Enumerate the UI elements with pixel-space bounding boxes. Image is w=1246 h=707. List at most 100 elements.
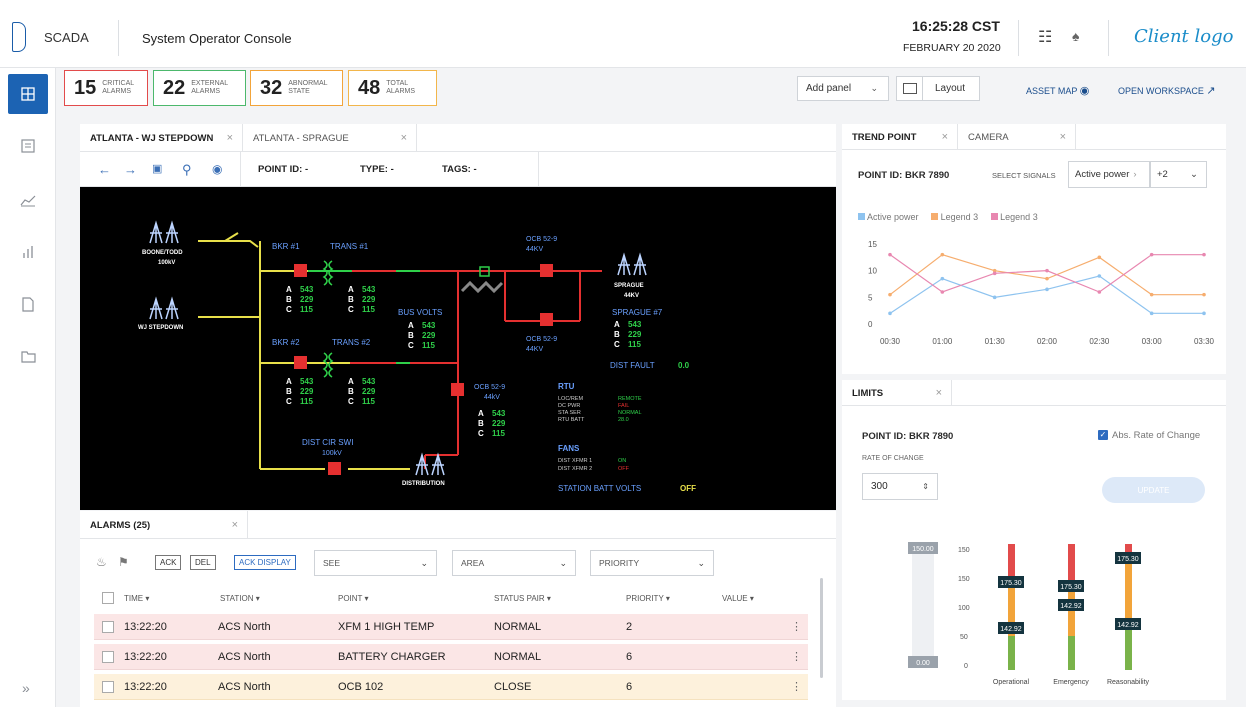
column-priority[interactable]: PRIORITY ▾ — [626, 594, 670, 603]
user-icon[interactable]: ♠ — [1072, 28, 1079, 44]
signal-more-select[interactable]: +2 ⌄ — [1150, 161, 1207, 188]
open-workspace-link[interactable]: OPEN WORKSPACE ↗ — [1118, 84, 1216, 97]
chevron-down-icon: ⌄ — [559, 557, 567, 568]
list-icon[interactable] — [0, 126, 56, 166]
limits-chart[interactable]: 150.00 0.00 150 150 100 50 0 175.30 142.… — [842, 530, 1226, 690]
limits-point-id: POINT ID: BKR 7890 — [862, 431, 954, 442]
close-icon[interactable]: × — [401, 132, 407, 144]
camera-icon[interactable]: ◉ — [212, 162, 222, 176]
grid-icon[interactable] — [8, 74, 48, 114]
search-icon[interactable]: ⚲ — [182, 162, 192, 178]
svg-text:BUS VOLTS: BUS VOLTS — [398, 308, 442, 317]
column-time[interactable]: TIME ▾ — [124, 594, 149, 603]
priority-filter-dropdown[interactable]: PRIORITY ⌄ — [590, 550, 714, 576]
area-filter-dropdown[interactable]: AREA ⌄ — [452, 550, 576, 576]
forward-arrow-icon[interactable]: → — [124, 162, 137, 177]
document-icon[interactable] — [0, 284, 56, 324]
close-icon[interactable]: × — [942, 131, 948, 143]
back-arrow-icon[interactable]: ← — [98, 162, 111, 177]
tab-trend-point[interactable]: TREND POINT × — [842, 124, 958, 150]
line-chart-icon[interactable] — [0, 180, 56, 220]
select-all-checkbox[interactable] — [102, 592, 114, 604]
bell-icon[interactable]: ♨ — [96, 555, 107, 569]
total-alarms-counter[interactable]: 48 TOTAL ALARMS — [348, 70, 437, 106]
svg-text:DIST FAULT: DIST FAULT — [610, 361, 655, 370]
column-status-pair[interactable]: STATUS PAIR ▾ — [494, 594, 551, 603]
trend-chart[interactable]: 0 5 10 15 00:30 01:00 01:30 02:00 02:30 03:00 03:3… — [842, 236, 1226, 356]
rate-of-change-label: RATE OF CHANGE — [862, 455, 924, 462]
svg-text:ON: ON — [618, 458, 626, 464]
more-options-icon[interactable]: ⋮ — [791, 680, 802, 693]
svg-text:543: 543 — [492, 409, 506, 418]
diagram-toolbar: ← → ▣ ⚲ ◉ POINT ID: - TYPE: - TAGS: - — [80, 152, 836, 187]
close-icon[interactable]: × — [936, 387, 942, 399]
alarms-scrollbar[interactable] — [820, 578, 823, 678]
svg-text:142.92: 142.92 — [1060, 603, 1082, 610]
svg-text:229: 229 — [422, 331, 436, 340]
data-point — [992, 271, 997, 276]
signal-select[interactable]: Active power › — [1068, 161, 1150, 188]
tab-alarms[interactable]: ALARMS (25) × — [80, 511, 248, 539]
tab-camera[interactable]: CAMERA × — [958, 124, 1076, 150]
tab-atlanta-wj-stepdown[interactable]: ATLANTA - WJ STEPDOWN × — [80, 124, 243, 152]
row-checkbox[interactable] — [102, 651, 114, 663]
data-point — [888, 252, 892, 257]
series-line-2 — [889, 254, 1204, 293]
clock-date: FEBRUARY 20 2020 — [903, 42, 1001, 54]
operational-limit-bar: 175.30 142.92 Operational — [993, 544, 1030, 686]
svg-text:DIST XFMR 1: DIST XFMR 1 — [558, 458, 592, 464]
more-options-icon[interactable]: ⋮ — [791, 650, 802, 663]
table-row[interactable]: 13:22:20 ACS North OCB 102 CLOSE 6 ⋮ — [94, 674, 808, 700]
column-station[interactable]: STATION ▾ — [220, 594, 260, 603]
svg-text:44KV: 44KV — [624, 293, 639, 299]
limit-slider-track — [912, 544, 934, 662]
update-button[interactable]: UPDATE — [1102, 477, 1205, 503]
close-icon[interactable]: × — [232, 519, 238, 531]
add-panel-dropdown[interactable]: Add panel ⌄ — [797, 76, 889, 101]
svg-text:NORMAL: NORMAL — [618, 410, 642, 416]
one-line-diagram[interactable]: BOONE/TODD 100kV WJ STEPDOWN BKR #1 TRAN… — [80, 187, 836, 510]
svg-text:TRANS #1: TRANS #1 — [330, 242, 369, 251]
megaphone-icon[interactable]: ⚑ — [118, 555, 129, 569]
fit-screen-icon[interactable]: ▣ — [152, 162, 162, 175]
column-point[interactable]: POINT ▾ — [338, 594, 369, 603]
asset-map-link[interactable]: ASSET MAP ◉ — [1026, 84, 1089, 97]
svg-text:TRANS #2: TRANS #2 — [332, 338, 371, 347]
bar-chart-icon[interactable] — [0, 232, 56, 272]
external-alarms-counter[interactable]: 22 EXTERNAL ALARMS — [153, 70, 246, 106]
abs-rate-of-change-checkbox[interactable]: ✓ — [1098, 430, 1108, 440]
del-button[interactable]: DEL — [190, 555, 216, 570]
svg-text:SPRAGUE: SPRAGUE — [614, 283, 644, 289]
ack-button[interactable]: ACK — [155, 555, 182, 570]
critical-alarms-counter[interactable]: 15 CRITICAL ALARMS — [64, 70, 148, 106]
ack-display-button[interactable]: ACK DISPLAY — [234, 555, 296, 570]
tab-atlanta-sprague[interactable]: ATLANTA - SPRAGUE × — [243, 124, 417, 152]
see-filter-dropdown[interactable]: SEE ⌄ — [314, 550, 437, 576]
close-icon[interactable]: × — [1060, 131, 1066, 143]
expand-sidebar-icon[interactable]: » — [22, 680, 30, 696]
svg-text:FAIL: FAIL — [618, 403, 629, 409]
folder-icon[interactable] — [0, 336, 56, 376]
svg-text:229: 229 — [362, 387, 376, 396]
table-row[interactable]: 13:22:20 ACS North BATTERY CHARGER NORMA… — [94, 644, 808, 670]
row-checkbox[interactable] — [102, 681, 114, 693]
tab-limits[interactable]: LIMITS × — [842, 380, 952, 406]
svg-text:B: B — [348, 387, 354, 396]
data-point — [888, 311, 892, 316]
data-point — [1045, 287, 1049, 292]
svg-text:115: 115 — [362, 397, 375, 406]
svg-text:50: 50 — [960, 634, 968, 641]
more-options-icon[interactable]: ⋮ — [791, 620, 802, 633]
table-row[interactable]: 13:22:20 ACS North XFM 1 HIGH TEMP NORMA… — [94, 614, 808, 640]
client-logo: Client logo — [1134, 26, 1234, 47]
close-icon[interactable]: × — [227, 132, 233, 144]
layout-button[interactable]: Layout — [896, 76, 980, 101]
apps-grid-icon[interactable]: ☷ — [1038, 27, 1052, 47]
column-value[interactable]: VALUE ▾ — [722, 594, 754, 603]
svg-text:44kV: 44kV — [484, 394, 500, 401]
rate-of-change-stepper[interactable]: 300 ⇕ — [862, 473, 938, 500]
row-checkbox[interactable] — [102, 621, 114, 633]
svg-text:150: 150 — [958, 576, 970, 583]
abnormal-state-counter[interactable]: 32 ABNORMAL STATE — [250, 70, 343, 106]
svg-text:115: 115 — [628, 340, 641, 349]
